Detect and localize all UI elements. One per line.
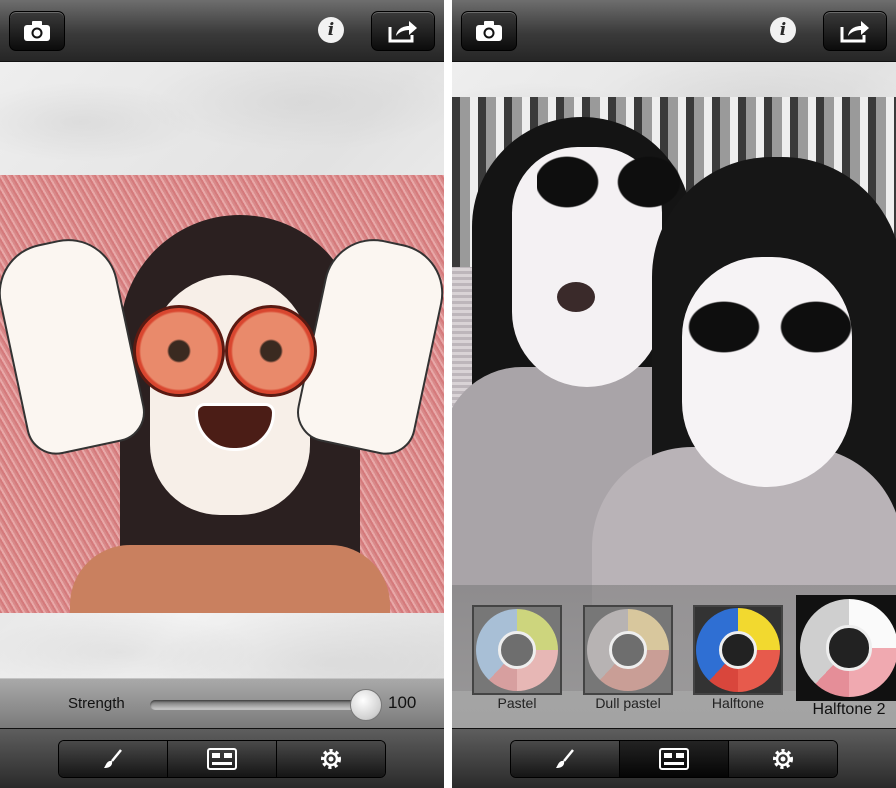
camera-button[interactable]	[461, 11, 517, 51]
brush-icon	[104, 749, 122, 768]
top-bar: i	[0, 0, 444, 62]
color-wheel-icon	[696, 608, 780, 692]
filter-sliders-icon	[659, 748, 689, 770]
filter-label: Halftone 2	[812, 701, 886, 718]
share-icon	[840, 21, 869, 43]
filter-picker: Pastel Dull pastel Halftone Halftone 2	[452, 585, 896, 728]
strength-slider[interactable]	[150, 700, 372, 710]
gear-icon	[773, 749, 793, 769]
filter-label: Dull pastel	[595, 695, 661, 711]
filter-pastel[interactable]: Pastel	[472, 605, 562, 711]
strength-label: Strength	[68, 695, 125, 712]
bottom-toolbar	[452, 728, 896, 788]
mode-segmented-control	[510, 740, 838, 778]
filter-tab[interactable]	[168, 741, 277, 777]
info-button[interactable]: i	[770, 17, 796, 43]
share-button[interactable]	[371, 11, 435, 51]
bottom-toolbar	[0, 728, 444, 788]
sketch-screen: i Strength 100	[0, 0, 444, 788]
share-button[interactable]	[823, 11, 887, 51]
brush-tab[interactable]	[511, 741, 620, 777]
filter-sliders-icon	[207, 748, 237, 770]
info-button[interactable]: i	[318, 17, 344, 43]
filter-thumbnail	[796, 595, 896, 701]
camera-icon	[476, 21, 502, 41]
filter-thumbnail	[583, 605, 673, 695]
filter-halftone[interactable]: Halftone	[692, 605, 784, 711]
filter-dull-pastel[interactable]: Dull pastel	[582, 605, 674, 711]
strength-value: 100	[388, 693, 417, 712]
brush-icon	[556, 749, 574, 768]
filter-thumbnail	[472, 605, 562, 695]
share-icon	[388, 21, 417, 43]
color-wheel-icon	[587, 609, 669, 691]
camera-icon	[24, 21, 50, 41]
settings-tab[interactable]	[729, 741, 837, 777]
gear-icon	[321, 749, 341, 769]
strength-bar: Strength 100	[0, 678, 444, 728]
filter-label: Halftone	[711, 695, 765, 711]
filter-halftone-2[interactable]: Halftone 2	[794, 595, 896, 719]
top-bar: i	[452, 0, 896, 62]
color-wheel-icon	[476, 609, 558, 691]
sketch-photo	[0, 175, 444, 613]
filter-tab[interactable]	[620, 741, 729, 777]
strength-slider-thumb[interactable]	[350, 689, 382, 721]
color-wheel-icon	[800, 599, 896, 697]
settings-tab[interactable]	[277, 741, 385, 777]
camera-button[interactable]	[9, 11, 65, 51]
halftone-screen: i Pastel Dull pastel Halftone Halftone 2	[452, 0, 896, 788]
brush-tab[interactable]	[59, 741, 168, 777]
mode-segmented-control	[58, 740, 386, 778]
filter-label: Pastel	[497, 695, 537, 711]
filter-thumbnail	[693, 605, 783, 695]
